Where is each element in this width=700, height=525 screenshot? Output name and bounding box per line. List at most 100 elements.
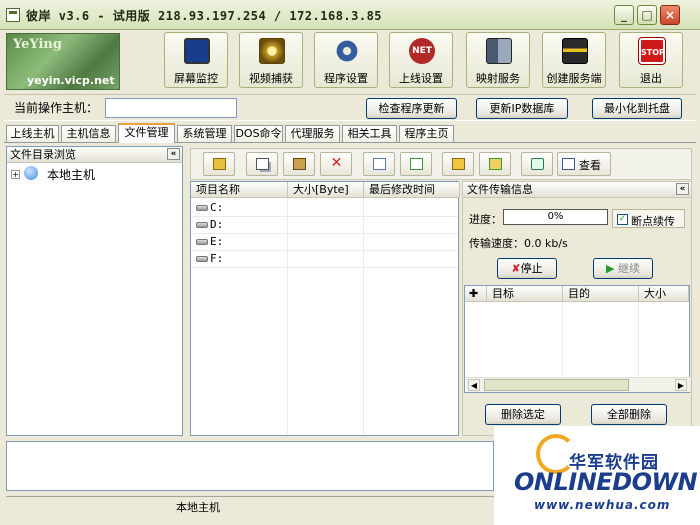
video-capture-button[interactable]: 视频捕获 <box>239 32 303 88</box>
scroll-left-icon[interactable]: ◀ <box>468 379 480 391</box>
refresh-icon <box>531 158 544 170</box>
collapse-transfer-button[interactable]: « <box>676 183 689 195</box>
resume-label: 断点续传 <box>631 215 675 228</box>
drive-name: F: <box>210 252 224 265</box>
queue-column-target[interactable]: 目标 <box>487 286 563 302</box>
table-row[interactable]: F: <box>191 251 458 268</box>
copy-icon <box>256 158 269 170</box>
up-folder-button[interactable] <box>203 152 235 176</box>
refresh-button[interactable] <box>521 152 553 176</box>
status-text: 本地主机 <box>176 501 220 514</box>
screen-monitor-button[interactable]: 屏幕监控 <box>164 32 228 88</box>
app-menu-icon[interactable] <box>6 8 20 22</box>
resume-checkbox-group[interactable]: ✓ 断点续传 <box>612 209 685 228</box>
mapping-service-button[interactable]: 映射服务 <box>466 32 530 88</box>
camera-icon <box>259 38 285 64</box>
watermark-url: www.newhua.com <box>534 498 671 512</box>
stop-button[interactable]: ✘停止 <box>497 258 557 279</box>
close-button[interactable]: × <box>660 5 680 25</box>
directory-tree-pane[interactable]: 文件目录浏览 « + 本地主机 <box>6 146 183 436</box>
table-row[interactable]: D: <box>191 217 458 234</box>
program-settings-button[interactable]: 程序设置 <box>314 32 378 88</box>
tab-program-home[interactable]: 程序主页 <box>399 125 454 142</box>
tab-file-manager[interactable]: 文件管理 <box>118 123 175 143</box>
watermark-logo: 华军软件园 ONLINEDOWN www.newhua.com <box>494 426 700 525</box>
drive-name: D: <box>210 218 224 231</box>
file-list[interactable]: 项目名称 大小[Byte] 最后修改时间 C: D: E: F: <box>190 181 460 436</box>
screen-monitor-label: 屏幕监控 <box>174 72 218 85</box>
queue-column-destination[interactable]: 目的 <box>563 286 639 302</box>
stop-icon: STOP <box>638 37 666 65</box>
download-button[interactable] <box>400 152 432 176</box>
new-folder-button[interactable] <box>442 152 474 176</box>
resume-checkbox[interactable]: ✓ <box>617 214 628 225</box>
folder-move-icon <box>489 158 502 170</box>
status-bar <box>6 496 494 515</box>
tree-expand-toggle[interactable]: + <box>11 170 20 179</box>
column-header-modified[interactable]: 最后修改时间 <box>364 182 460 198</box>
update-ip-database-button[interactable]: 更新IP数据库 <box>476 98 568 119</box>
online-settings-button[interactable]: NET 上线设置 <box>389 32 453 88</box>
exit-label: 退出 <box>640 72 662 85</box>
tab-online-hosts[interactable]: 上线主机 <box>6 125 59 142</box>
log-area[interactable] <box>6 441 494 491</box>
drive-icon <box>196 239 208 245</box>
tree-item-local-host[interactable]: 本地主机 <box>47 166 95 183</box>
delete-all-button[interactable]: 全部删除 <box>591 404 667 425</box>
window-title: 彼岸 v3.6 - 试用版 218.93.197.254 / 172.168.3… <box>26 9 383 23</box>
table-row[interactable]: E: <box>191 234 458 251</box>
table-row[interactable]: C: <box>191 200 458 217</box>
title-bar[interactable]: 彼岸 v3.6 - 试用版 218.93.197.254 / 172.168.3… <box>0 0 700 30</box>
delete-button[interactable]: ✕ <box>320 152 352 176</box>
program-settings-label: 程序设置 <box>324 72 368 85</box>
app-logo: YeYing yeyin.vicp.net <box>6 33 120 90</box>
minimize-button[interactable]: _ <box>614 5 634 25</box>
tab-system-manager[interactable]: 系统管理 <box>177 125 232 142</box>
upload-button[interactable] <box>363 152 395 176</box>
collapse-left-button[interactable]: « <box>167 148 180 160</box>
column-header-size[interactable]: 大小[Byte] <box>288 182 364 198</box>
upload-icon <box>373 158 386 170</box>
minimize-to-tray-button[interactable]: 最小化到托盘 <box>592 98 682 119</box>
tab-proxy-service[interactable]: 代理服务 <box>285 125 340 142</box>
tab-host-info[interactable]: 主机信息 <box>61 125 116 142</box>
tab-related-tools[interactable]: 相关工具 <box>342 125 397 142</box>
exit-button[interactable]: STOP 退出 <box>619 32 683 88</box>
directory-tree-header: 文件目录浏览 <box>7 147 182 163</box>
online-settings-label: 上线设置 <box>399 72 443 85</box>
check-update-button[interactable]: 检查程序更新 <box>366 98 457 119</box>
transfer-speed-text: 传输速度：0.0 kb/s <box>469 237 568 250</box>
view-button[interactable]: 查看 <box>557 152 611 176</box>
gear-icon <box>334 38 360 64</box>
logo-brand-text: YeYing <box>13 37 62 52</box>
tab-dos-command[interactable]: DOS命令 <box>234 125 283 142</box>
queue-column-size[interactable]: 大小 <box>639 286 689 302</box>
continue-label: 继续 <box>617 262 640 275</box>
continue-button[interactable]: ▶ 继续 <box>593 258 653 279</box>
tab-divider <box>4 142 696 143</box>
drive-name: C: <box>210 201 224 214</box>
queue-horizontal-scrollbar[interactable]: ◀ ▶ <box>466 377 690 392</box>
transfer-title: 文件传输信息 <box>467 183 533 196</box>
column-header-name[interactable]: 项目名称 <box>191 182 288 198</box>
move-button[interactable] <box>479 152 511 176</box>
queue-pin-icon: ✚ <box>465 286 487 302</box>
paste-button[interactable] <box>283 152 315 176</box>
drive-name: E: <box>210 235 224 248</box>
drive-icon <box>196 222 208 228</box>
stop-label: 停止 <box>520 262 543 275</box>
delete-selected-button[interactable]: 删除选定 <box>485 404 561 425</box>
scroll-right-icon[interactable]: ▶ <box>675 379 687 391</box>
transfer-header: 文件传输信息 <box>463 182 691 198</box>
current-host-input[interactable] <box>105 98 237 118</box>
directory-tree-title: 文件目录浏览 <box>10 148 76 161</box>
scrollbar-thumb[interactable] <box>484 379 629 391</box>
progress-label: 进度： <box>469 213 502 226</box>
maximize-button[interactable]: □ <box>637 5 657 25</box>
new-folder-icon <box>452 158 465 170</box>
watermark-brand: ONLINEDOWN <box>514 468 698 496</box>
create-server-button[interactable]: 创建服务端 <box>542 32 606 88</box>
paste-icon <box>293 158 306 170</box>
transfer-queue-list[interactable]: ✚ 目标 目的 大小 ◀ ▶ <box>464 285 690 393</box>
copy-button[interactable] <box>246 152 278 176</box>
